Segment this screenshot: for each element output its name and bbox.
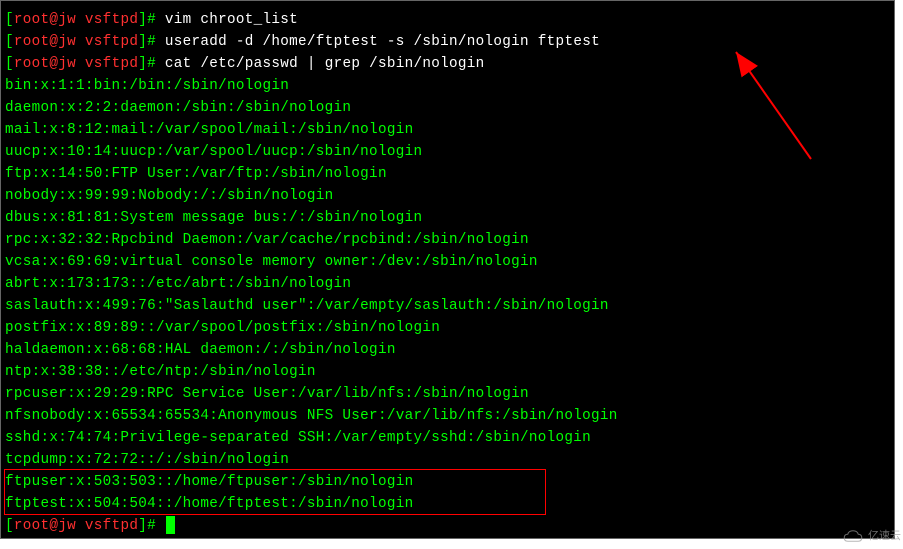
prompt-bracket-open: [ <box>5 56 14 72</box>
cursor <box>166 516 175 534</box>
cmd-line-3: [root@jw vsftpd]# cat /etc/passwd | grep… <box>5 53 890 75</box>
output-line: saslauth:x:499:76:"Saslauthd user":/var/… <box>5 295 890 317</box>
output-line: uucp:x:10:14:uucp:/var/spool/uucp:/sbin/… <box>5 141 890 163</box>
output-line: haldaemon:x:68:68:HAL daemon:/:/sbin/nol… <box>5 339 890 361</box>
output-line: sshd:x:74:74:Privilege-separated SSH:/va… <box>5 427 890 449</box>
prompt-bracket-close: ]# <box>138 56 165 72</box>
output-line: tcpdump:x:72:72::/:/sbin/nologin <box>5 449 890 471</box>
output-line: ftpuser:x:503:503::/home/ftpuser:/sbin/n… <box>5 471 890 493</box>
output-line: nfsnobody:x:65534:65534:Anonymous NFS Us… <box>5 405 890 427</box>
output-line: daemon:x:2:2:daemon:/sbin:/sbin/nologin <box>5 97 890 119</box>
output-line: bin:x:1:1:bin:/bin:/sbin/nologin <box>5 75 890 97</box>
cmd-line-4: [root@jw vsftpd]# <box>5 515 890 537</box>
terminal-window[interactable]: [root@jw vsftpd]# vim chroot_list [root@… <box>0 0 895 539</box>
prompt-bracket-close: ]# <box>138 34 165 50</box>
prompt-bracket-open: [ <box>5 518 14 534</box>
prompt-user-host: root@jw vsftpd <box>14 518 138 534</box>
output-line: ntp:x:38:38::/etc/ntp:/sbin/nologin <box>5 361 890 383</box>
prompt-bracket-close: ]# <box>138 518 165 534</box>
command-text: useradd -d /home/ftptest -s /sbin/nologi… <box>165 34 600 50</box>
output-line: nobody:x:99:99:Nobody:/:/sbin/nologin <box>5 185 890 207</box>
prompt-user-host: root@jw vsftpd <box>14 56 138 72</box>
output-line: dbus:x:81:81:System message bus:/:/sbin/… <box>5 207 890 229</box>
output-line: ftp:x:14:50:FTP User:/var/ftp:/sbin/nolo… <box>5 163 890 185</box>
output-line: ftptest:x:504:504::/home/ftptest:/sbin/n… <box>5 493 890 515</box>
output-line: rpc:x:32:32:Rpcbind Daemon:/var/cache/rp… <box>5 229 890 251</box>
output-line: abrt:x:173:173::/etc/abrt:/sbin/nologin <box>5 273 890 295</box>
cmd-line-2: [root@jw vsftpd]# useradd -d /home/ftpte… <box>5 31 890 53</box>
output-line: postfix:x:89:89::/var/spool/postfix:/sbi… <box>5 317 890 339</box>
prompt-user-host: root@jw vsftpd <box>14 12 138 28</box>
output-line: rpcuser:x:29:29:RPC Service User:/var/li… <box>5 383 890 405</box>
command-text: cat /etc/passwd | grep /sbin/nologin <box>165 56 485 72</box>
cloud-icon <box>842 529 864 543</box>
watermark: 亿速云 <box>842 525 901 547</box>
cmd-line-1: [root@jw vsftpd]# vim chroot_list <box>5 9 890 31</box>
output-line: mail:x:8:12:mail:/var/spool/mail:/sbin/n… <box>5 119 890 141</box>
prompt-bracket-open: [ <box>5 34 14 50</box>
output-line: vcsa:x:69:69:virtual console memory owne… <box>5 251 890 273</box>
prompt-bracket-close: ]# <box>138 12 165 28</box>
watermark-text: 亿速云 <box>868 525 901 547</box>
prompt-bracket-open: [ <box>5 12 14 28</box>
command-text: vim chroot_list <box>165 12 298 28</box>
prompt-user-host: root@jw vsftpd <box>14 34 138 50</box>
